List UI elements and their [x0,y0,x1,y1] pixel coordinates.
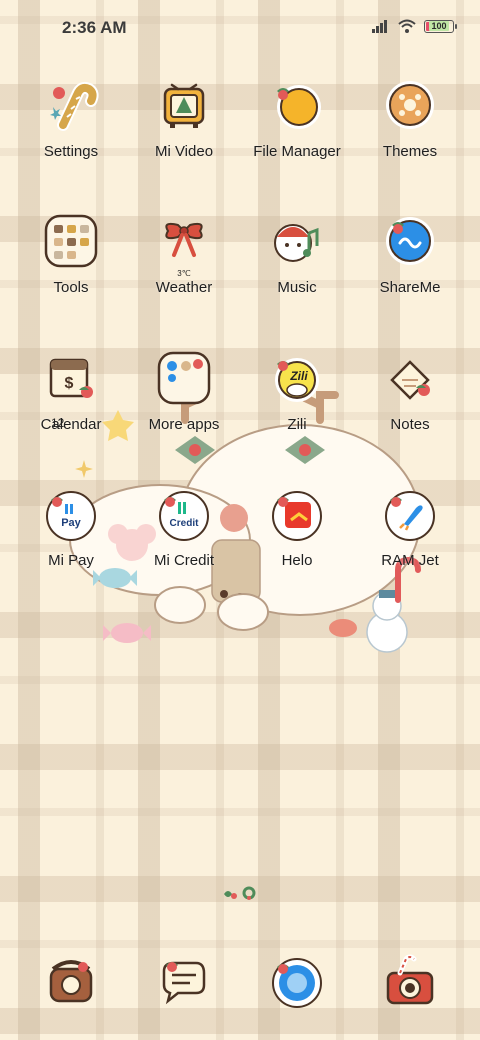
app-label: ShareMe [379,279,441,296]
app-mi-pay[interactable]: Pay Mi Pay [11,486,131,569]
app-tools[interactable]: Tools [11,213,131,296]
wifi-icon [398,19,416,33]
app-settings[interactable]: Settings [11,77,131,160]
browser-icon [269,953,325,1009]
dock [0,945,480,1015]
app-music[interactable]: Music [237,213,357,296]
battery-icon: 100 [424,19,457,33]
app-label: Notes [390,416,430,433]
zili-logo-text: Zili [289,369,308,383]
folder-icon [269,77,325,133]
app-label: Helo [281,552,313,569]
battery-level: 100 [429,21,449,31]
app-mi-credit[interactable]: Credit Mi Credit [124,486,244,569]
app-ram-jet[interactable]: RAM Jet [350,486,470,569]
mi-pay-logo-text: Pay [61,517,81,529]
zili-icon: Zili [269,350,325,406]
dock-messages[interactable] [124,953,244,1009]
app-label: More apps [148,416,220,433]
camera-icon [382,953,438,1009]
phone-icon [43,953,99,1009]
app-themes[interactable]: Themes [350,77,470,160]
app-label: Weather [155,279,213,296]
mi-credit-icon: Credit [156,486,212,542]
palette-icon [382,77,438,133]
dock-camera[interactable] [350,953,470,1009]
app-label: Themes [382,143,438,160]
app-helo[interactable]: Helo [237,486,357,569]
music-girl-icon [269,213,325,269]
app-notes[interactable]: Notes [350,350,470,433]
mi-pay-icon: Pay [43,486,99,542]
app-label: RAM Jet [381,552,439,569]
status-time: 2:36 AM [62,18,127,37]
notes-icon [382,350,438,406]
app-label: Zili [287,416,307,433]
mi-credit-logo-text: Credit [170,518,200,529]
app-label: Calendar [40,416,102,433]
wreath-icon [242,886,256,900]
app-mi-video[interactable]: Mi Video [124,77,244,160]
app-zili[interactable]: Zili Zili [237,350,357,433]
calendar-date: 12 [51,416,65,430]
page-indicator [222,886,256,902]
status-icons: 100 [372,19,457,33]
tools-folder-icon [43,213,99,269]
more-apps-folder-icon [156,350,212,406]
app-label: Mi Credit [153,552,214,569]
app-label: Settings [43,143,99,160]
holly-leaf-icon [224,891,237,899]
app-label: File Manager [253,143,341,160]
app-shareme[interactable]: ShareMe [350,213,470,296]
shareme-icon [382,213,438,269]
cellular-signal-icon [372,19,387,33]
dock-phone[interactable] [11,953,131,1009]
status-bar: 2:36 AM 100 [0,0,480,56]
messages-icon [156,953,212,1009]
calendar-icon: $ 12 [43,350,99,430]
rocket-icon [382,486,438,542]
app-label: Tools [53,279,89,296]
app-calendar[interactable]: $ 12 Calendar [11,350,131,433]
app-file-manager[interactable]: File Manager [237,77,357,160]
tv-icon [156,77,212,133]
weather-temperature: 3℃ [177,269,191,278]
app-label: Mi Video [154,143,214,160]
dock-browser[interactable] [237,953,357,1009]
app-weather[interactable]: 3℃ Weather [124,213,244,296]
helo-icon [269,486,325,542]
app-label: Mi Pay [48,552,94,569]
app-label: Music [277,279,317,296]
svg-text:$: $ [65,375,74,392]
weather-bow-icon: 3℃ [156,213,212,278]
app-more-apps-folder[interactable]: More apps [124,350,244,433]
candy-cane-icon [43,77,99,133]
